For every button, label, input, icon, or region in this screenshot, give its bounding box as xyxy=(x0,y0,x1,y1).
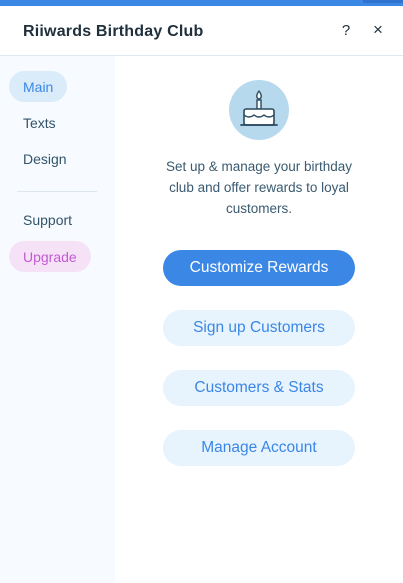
sidebar-divider xyxy=(17,191,97,192)
birthday-club-panel: Riiwards Birthday Club ? × Main Texts De… xyxy=(0,6,403,583)
panel-title: Riiwards Birthday Club xyxy=(23,23,204,40)
main-content: Set up & manage your birthday club and o… xyxy=(115,56,403,583)
customers-stats-button[interactable]: Customers & Stats xyxy=(163,370,355,406)
customize-rewards-button[interactable]: Customize Rewards xyxy=(163,250,355,286)
panel-header: Riiwards Birthday Club ? × xyxy=(0,6,403,56)
description-text: Set up & manage your birthday club and o… xyxy=(165,159,353,216)
sidebar-nav: Main Texts Design Support Upgrade xyxy=(0,56,115,583)
sign-up-customers-button[interactable]: Sign up Customers xyxy=(163,310,355,346)
close-button[interactable]: × xyxy=(368,20,388,40)
sidebar-item-upgrade[interactable]: Upgrade xyxy=(9,241,91,272)
birthday-cake-icon xyxy=(229,80,289,140)
sidebar-item-design[interactable]: Design xyxy=(9,143,81,174)
manage-account-button[interactable]: Manage Account xyxy=(163,430,355,466)
sidebar-item-main[interactable]: Main xyxy=(9,71,68,102)
top-accent-corner xyxy=(363,0,403,3)
sidebar-item-support[interactable]: Support xyxy=(9,204,86,235)
sidebar-item-texts[interactable]: Texts xyxy=(9,107,70,138)
help-button[interactable]: ? xyxy=(336,20,356,40)
